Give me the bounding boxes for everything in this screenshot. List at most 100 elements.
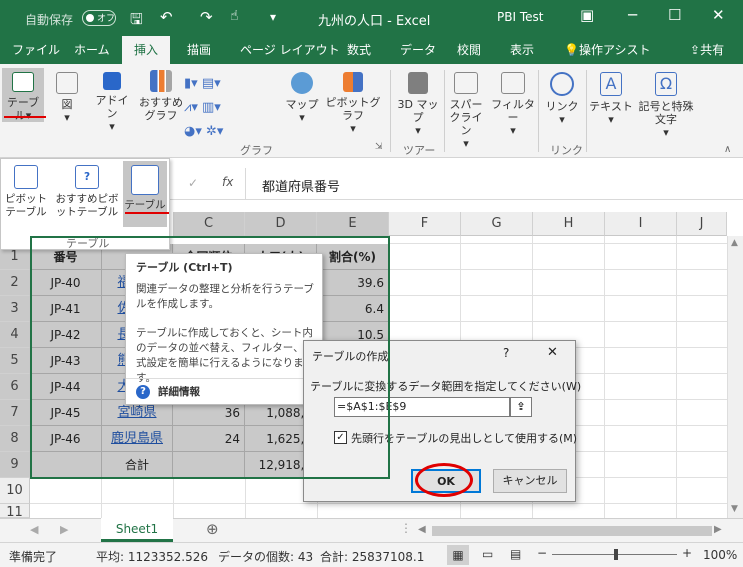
touch-mode-icon[interactable]: ☝ <box>230 8 239 24</box>
table-cell-a[interactable]: JP-45 <box>30 400 102 426</box>
normal-view-icon[interactable]: ▦ <box>447 545 469 565</box>
table-cell-a[interactable]: JP-41 <box>30 296 102 322</box>
tab-page-layout[interactable]: ページ レイアウト <box>238 36 342 64</box>
stat-chart-icon[interactable]: ▥▾ <box>202 100 221 115</box>
column-header-g[interactable]: G <box>461 212 533 236</box>
line-chart-icon[interactable]: ⩘▾ <box>184 100 198 115</box>
undo-icon[interactable]: ↶ <box>160 8 173 26</box>
row-header[interactable]: 3 <box>0 296 30 322</box>
tab-file[interactable]: ファイル <box>10 36 62 64</box>
sheet-tab[interactable]: Sheet1 <box>101 518 173 542</box>
recommended-charts-button[interactable]: おすすめグラフ <box>138 70 184 122</box>
collapse-range-icon[interactable]: ⇪ <box>510 397 532 417</box>
tab-formulas[interactable]: 数式 <box>345 36 373 64</box>
scatter-chart-icon[interactable]: ✲▾ <box>206 124 223 139</box>
column-header-c[interactable]: C <box>173 212 245 236</box>
zoom-thumb[interactable] <box>614 549 618 560</box>
user-name[interactable]: PBI Test <box>497 10 543 24</box>
row-header[interactable]: 8 <box>0 426 30 452</box>
ribbon-display-icon[interactable]: ▣ <box>580 6 594 24</box>
column-chart-icon[interactable]: ▮▾ <box>184 76 198 91</box>
row-header[interactable]: 10 <box>0 478 30 504</box>
insert-table-button[interactable]: テーブル <box>123 161 167 227</box>
table-cell-e[interactable]: 6.4 <box>317 296 389 322</box>
next-sheet-icon[interactable]: ▶ <box>60 523 68 536</box>
scroll-right-icon[interactable]: ▶ <box>714 524 722 535</box>
row-header[interactable]: 2 <box>0 270 30 296</box>
close-icon[interactable]: ✕ <box>712 6 725 24</box>
row-header[interactable]: 6 <box>0 374 30 400</box>
redo-icon[interactable]: ↷ <box>200 8 213 26</box>
scroll-down-icon[interactable]: ▼ <box>731 504 738 514</box>
save-icon[interactable]: 🖫 <box>130 9 143 34</box>
tab-draw[interactable]: 描画 <box>185 36 213 64</box>
table-cell-c[interactable]: 24 <box>173 426 245 452</box>
pie-chart-icon[interactable]: ◕▾ <box>184 124 202 139</box>
table-ribbon-button[interactable]: テーブル▾ <box>2 68 44 122</box>
filter-button[interactable]: フィルター ▾ <box>490 72 536 137</box>
chart-type-buttons[interactable]: ▮▾ ▤▾ ⩘▾ ▥▾ ◕▾ ✲▾ <box>184 72 234 144</box>
illustrations-button[interactable]: 図 ▾ <box>50 72 84 124</box>
hierarchy-chart-icon[interactable]: ▤▾ <box>202 76 221 91</box>
3d-map-button[interactable]: 3D マップ ▾ <box>394 72 442 137</box>
tab-split-handle[interactable]: ⋮ <box>400 521 412 535</box>
link-button[interactable]: リンク ▾ <box>542 72 582 126</box>
confirm-icon[interactable]: ✓ <box>188 176 198 190</box>
tab-view[interactable]: 表示 <box>508 36 536 64</box>
header-cell-e1[interactable]: 割合(%) <box>317 244 389 270</box>
formula-input[interactable]: 都道府県番号 <box>262 176 340 195</box>
tab-insert[interactable]: 挿入 <box>122 36 170 64</box>
share-button[interactable]: ⇪共有 <box>688 36 726 64</box>
table-cell-a[interactable]: JP-42 <box>30 322 102 348</box>
row-header[interactable]: 7 <box>0 400 30 426</box>
column-header-f[interactable]: F <box>389 212 461 236</box>
page-break-view-icon[interactable]: ▤ <box>510 547 521 561</box>
sparkline-button[interactable]: スパークライン ▾ <box>446 72 486 150</box>
maps-button[interactable]: マップ ▾ <box>284 72 320 124</box>
collapse-ribbon-icon[interactable]: ∧ <box>724 144 731 155</box>
recommended-pivot-button[interactable]: ? おすすめピボットテーブル <box>53 165 121 219</box>
vertical-scrollbar[interactable]: ▲ ▼ <box>727 236 743 518</box>
total-cell-a[interactable] <box>30 452 102 478</box>
scroll-up-icon[interactable]: ▲ <box>731 238 738 248</box>
horizontal-scrollbar[interactable] <box>432 526 712 536</box>
table-cell-a[interactable]: JP-44 <box>30 374 102 400</box>
tab-data[interactable]: データ <box>398 36 438 64</box>
tell-me-more-link[interactable]: 詳細情報 <box>158 385 200 400</box>
tab-review[interactable]: 校閲 <box>455 36 483 64</box>
row-header[interactable]: 4 <box>0 322 30 348</box>
column-header-h[interactable]: H <box>533 212 605 236</box>
table-cell-b[interactable]: 鹿児島県 <box>102 426 173 452</box>
zoom-out-icon[interactable]: − <box>537 546 547 560</box>
text-button[interactable]: A テキスト ▾ <box>588 72 634 126</box>
header-row-label[interactable]: 先頭行をテーブルの見出しとして使用する(M) <box>351 430 577 446</box>
column-header-e[interactable]: E <box>317 212 389 236</box>
charts-dialog-launcher[interactable]: ⇲ <box>375 142 383 152</box>
cancel-button[interactable]: キャンセル <box>493 469 567 493</box>
total-cell-c[interactable] <box>173 452 245 478</box>
column-header-d[interactable]: D <box>245 212 317 236</box>
page-layout-view-icon[interactable]: ▭ <box>482 547 493 561</box>
table-cell-a[interactable]: JP-43 <box>30 348 102 374</box>
row-header[interactable]: 5 <box>0 348 30 374</box>
zoom-in-icon[interactable]: + <box>682 546 692 560</box>
pivot-chart-button[interactable]: ピボットグラフ ▾ <box>322 72 384 135</box>
minimize-icon[interactable]: ─ <box>628 6 637 24</box>
add-sheet-icon[interactable]: ⊕ <box>206 520 219 538</box>
column-header-i[interactable]: I <box>605 212 677 236</box>
column-header-j[interactable]: J <box>677 212 727 236</box>
qat-customize-icon[interactable]: ▾ <box>270 10 276 24</box>
addins-button[interactable]: アドイン ▾ <box>92 72 132 133</box>
zoom-level[interactable]: 100% <box>703 548 737 562</box>
header-row-checkbox[interactable]: ✓ <box>334 431 347 444</box>
row-header[interactable]: 9 <box>0 452 30 478</box>
row-header[interactable]: 11 <box>0 504 30 518</box>
symbols-button[interactable]: Ω 記号と特殊文字 ▾ <box>634 72 698 139</box>
fx-icon[interactable]: fx <box>222 175 233 189</box>
dialog-close-button[interactable]: ✕ <box>547 345 558 360</box>
table-cell-e[interactable]: 39.6 <box>317 270 389 296</box>
scroll-left-icon[interactable]: ◀ <box>418 524 426 535</box>
tab-home[interactable]: ホーム <box>72 36 112 64</box>
prev-sheet-icon[interactable]: ◀ <box>30 523 38 536</box>
table-cell-a[interactable]: JP-40 <box>30 270 102 296</box>
